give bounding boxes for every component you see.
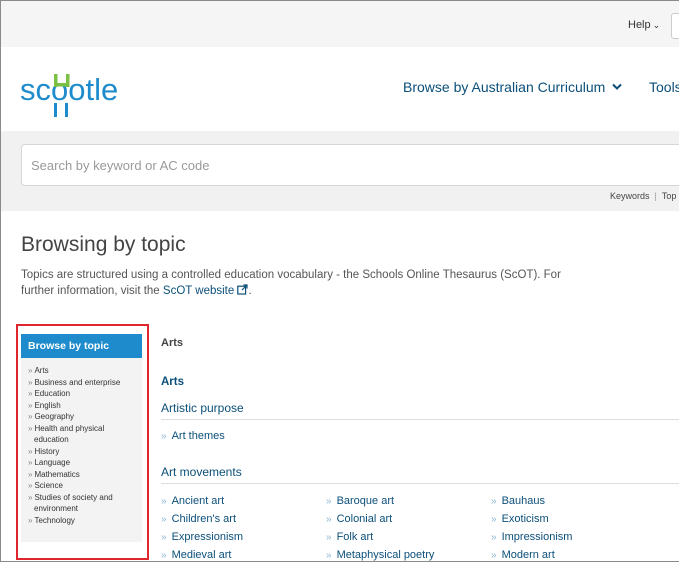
nav-browse-curriculum[interactable]: Browse by Australian Curriculum	[403, 79, 622, 95]
topic-link-impressionism[interactable]: » Impressionism	[491, 531, 572, 543]
artistic-purpose-heading[interactable]: Artistic purpose	[161, 401, 244, 415]
scot-website-link[interactable]: ScOT website	[162, 284, 249, 297]
search-links: Keywords | Top	[610, 191, 676, 201]
search-input[interactable]	[22, 145, 679, 185]
nav-browse-label: Browse by Australian Curriculum	[403, 79, 606, 95]
chevron-down-icon: ⌄	[652, 20, 661, 30]
topic-link-medieval-art[interactable]: » Medieval art	[161, 549, 231, 561]
intro-text: Topics are structured using a controlled…	[21, 267, 561, 299]
topic-link-expressionism[interactable]: » Expressionism	[161, 531, 243, 543]
topic-link-label: Impressionism	[501, 531, 573, 543]
topic-link-metaphysical-poetry[interactable]: » Metaphysical poetry	[326, 549, 434, 561]
intro-end: .	[248, 285, 252, 297]
section-heading: Arts	[161, 337, 184, 349]
divider	[161, 419, 679, 420]
search-box[interactable]	[21, 144, 679, 186]
highlight-box	[16, 324, 149, 560]
topic-link-exoticism[interactable]: » Exoticism	[491, 513, 549, 525]
chevron-down-icon	[612, 83, 622, 90]
top-utility-bar: Help ⌄	[1, 1, 679, 47]
art-movements-heading[interactable]: Art movements	[161, 465, 242, 479]
topic-link-label: Bauhaus	[501, 495, 545, 507]
bullet-icon: »	[326, 550, 332, 561]
topic-link-childrens-art[interactable]: » Children's art	[161, 513, 236, 525]
scot-link-label: ScOT website	[162, 285, 235, 297]
bullet-icon: »	[491, 496, 497, 507]
bullet-icon: »	[161, 550, 167, 561]
external-link-icon	[237, 284, 249, 295]
topic-link-modern-art[interactable]: » Modern art	[491, 549, 555, 561]
bullet-icon: »	[161, 431, 167, 442]
topic-link-label: Ancient art	[171, 495, 225, 507]
help-label: Help	[628, 19, 651, 31]
top-link[interactable]: Top	[662, 191, 677, 201]
topic-link-folk-art[interactable]: » Folk art	[326, 531, 373, 543]
topic-link-label: Medieval art	[171, 549, 232, 561]
topic-link-label: Colonial art	[336, 513, 393, 525]
topic-link-label: Children's art	[171, 513, 237, 525]
bullet-icon: »	[161, 514, 167, 525]
account-button[interactable]	[671, 13, 679, 39]
link-separator: |	[654, 191, 657, 201]
topic-link-label: Baroque art	[336, 495, 395, 507]
topic-link-colonial-art[interactable]: » Colonial art	[326, 513, 392, 525]
topic-link-label: Exoticism	[501, 513, 549, 525]
scootle-logo[interactable]: scootle	[19, 59, 121, 119]
topic-link-art-themes[interactable]: »Ancient artArt themes	[161, 430, 225, 442]
bullet-icon: »	[491, 550, 497, 561]
topic-link-label: Expressionism	[171, 531, 244, 543]
help-menu[interactable]: Help ⌄	[628, 19, 660, 31]
topic-link-label: Folk art	[336, 531, 374, 543]
topic-link-label: Metaphysical poetry	[336, 549, 435, 561]
topic-link-label: Modern art	[501, 549, 555, 561]
bullet-icon: »	[161, 496, 167, 507]
topic-link-label: Art themes	[171, 430, 225, 442]
nav-tools[interactable]: Tools	[649, 79, 679, 95]
bullet-icon: »	[326, 514, 332, 525]
keywords-link[interactable]: Keywords	[610, 191, 650, 201]
bullet-icon: »	[491, 532, 497, 543]
bullet-icon: »	[491, 514, 497, 525]
bullet-icon: »	[161, 532, 167, 543]
intro-body: Topics are structured using a controlled…	[21, 269, 561, 297]
bullet-icon: »	[326, 532, 332, 543]
divider	[161, 483, 679, 484]
topic-link-ancient-art[interactable]: » Ancient art	[161, 495, 224, 507]
topic-heading-arts[interactable]: Arts	[161, 376, 184, 388]
topic-link-bauhaus[interactable]: » Bauhaus	[491, 495, 545, 507]
page-title: Browsing by topic	[21, 233, 186, 256]
bullet-icon: »	[326, 496, 332, 507]
topic-link-baroque-art[interactable]: » Baroque art	[326, 495, 394, 507]
browser-viewport: Help ⌄ scootle Browse by Australian Curri…	[0, 0, 679, 562]
